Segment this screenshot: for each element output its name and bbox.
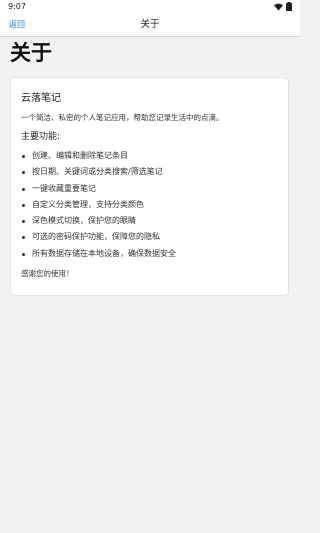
- page-title: 关于: [10, 41, 52, 65]
- nav-title: 关于: [140, 19, 160, 30]
- wifi-icon: [274, 3, 283, 11]
- about-card: 云落笔记 一个简洁、私密的个人笔记应用，帮助您记录生活中的点滴。 主要功能: 创…: [10, 77, 289, 296]
- status-bar: 9:07: [0, 0, 300, 13]
- feature-item: 所有数据存储在本地设备，确保数据安全: [21, 246, 278, 262]
- features-heading: 主要功能:: [21, 132, 61, 142]
- feature-item: 自定义分类管理，支持分类颜色: [21, 197, 278, 213]
- feature-item: 可选的密码保护功能，保障您的隐私: [21, 229, 278, 245]
- status-icons: [274, 2, 292, 11]
- feature-item: 按日期、关键词或分类搜索/筛选笔记: [21, 164, 278, 180]
- feature-item: 深色模式切换，保护您的眼睛: [21, 213, 278, 229]
- status-time: 9:07: [8, 2, 26, 11]
- app-name: 云落笔记: [21, 93, 61, 104]
- feature-item: 一键收藏重要笔记: [21, 181, 278, 197]
- battery-icon: [286, 2, 292, 11]
- feature-item: 创建、编辑和删除笔记条目: [21, 148, 278, 164]
- app-description: 一个简洁、私密的个人笔记应用，帮助您记录生活中的点滴。: [21, 113, 224, 122]
- thanks-text: 感谢您的使用！: [21, 269, 74, 279]
- feature-list: 创建、编辑和删除笔记条目 按日期、关键词或分类搜索/筛选笔记 一键收藏重要笔记 …: [21, 148, 278, 262]
- navigation-bar: 返回 关于: [0, 13, 300, 37]
